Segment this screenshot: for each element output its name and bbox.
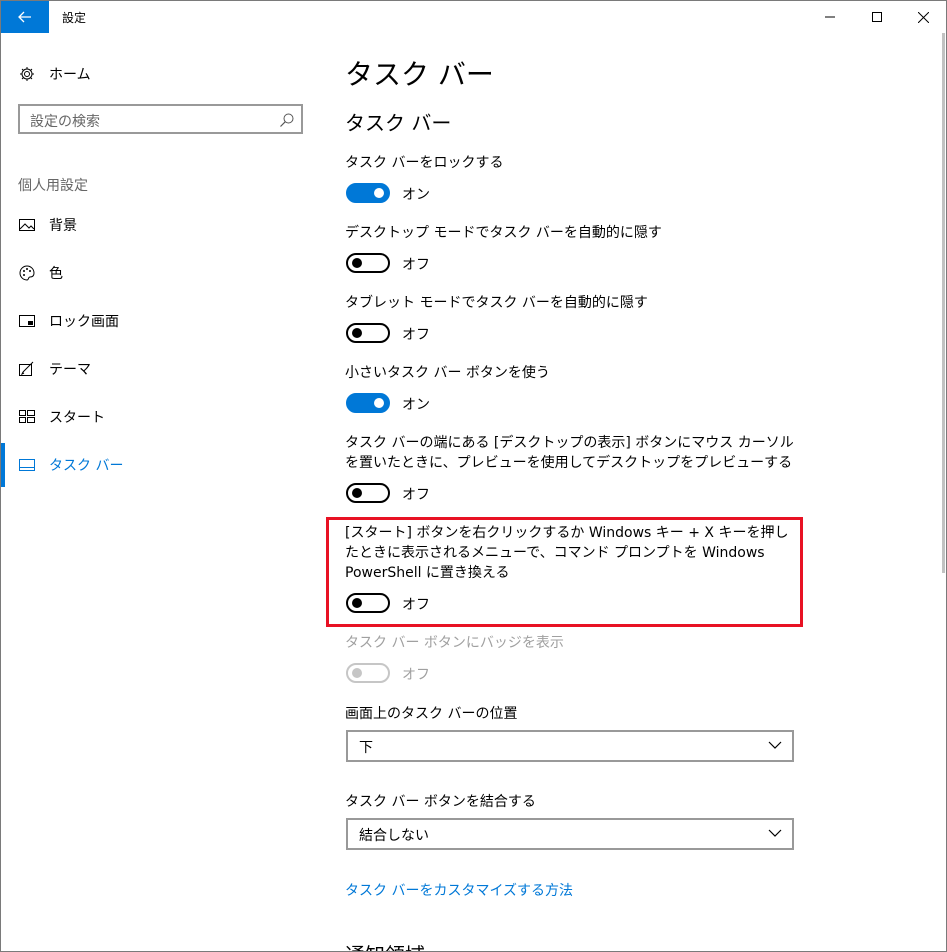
- setting-label-powershell: [スタート] ボタンを右クリックするか Windows キー + X キーを押し…: [345, 525, 789, 581]
- search-input[interactable]: 設定の検索: [18, 104, 303, 134]
- picture-icon: [18, 216, 36, 234]
- close-icon: [917, 11, 929, 23]
- chevron-down-icon: [768, 829, 782, 837]
- toggle-knob: [374, 188, 384, 198]
- lock-screen-icon: [18, 312, 36, 330]
- combine-dropdown[interactable]: 結合しない: [346, 818, 794, 850]
- search-icon: [280, 113, 294, 127]
- search-placeholder: 設定の検索: [30, 114, 100, 130]
- sidebar-item-label: ホーム: [49, 67, 91, 83]
- sidebar-item-taskbar[interactable]: タスク バー: [1, 443, 321, 487]
- active-indicator: [1, 443, 5, 487]
- toggle-knob: [352, 668, 362, 678]
- palette-icon: [18, 264, 36, 282]
- sidebar-item-start[interactable]: スタート: [1, 395, 321, 439]
- sidebar-item-background[interactable]: 背景: [1, 203, 321, 247]
- setting-label-autohide-tablet: タブレット モードでタスク バーを自動的に隠す: [345, 295, 648, 311]
- toggle-state-text: オン: [402, 397, 430, 413]
- window-title: 設定: [62, 11, 87, 25]
- combine-label: タスク バー ボタンを結合する: [345, 794, 536, 810]
- toggle-knob: [352, 258, 362, 268]
- sidebar-item-home[interactable]: ホーム: [1, 52, 321, 96]
- setting-label-small-buttons: 小さいタスク バー ボタンを使う: [345, 365, 550, 381]
- toggle-knob: [352, 488, 362, 498]
- theme-icon: [18, 360, 36, 378]
- sidebar-section-label: 個人用設定: [18, 178, 88, 194]
- setting-label-lock-taskbar: タスク バーをロックする: [345, 155, 504, 171]
- sidebar-item-label: ロック画面: [49, 314, 119, 330]
- setting-label-peek: タスク バーの端にある [デスクトップの表示] ボタンにマウス カーソルを置いた…: [345, 435, 794, 471]
- combine-value: 結合しない: [359, 828, 429, 844]
- back-button[interactable]: [1, 1, 49, 33]
- close-button[interactable]: [900, 1, 946, 33]
- position-dropdown[interactable]: 下: [346, 730, 794, 762]
- toggle-state-text: オフ: [402, 597, 430, 613]
- scrollbar[interactable]: [942, 33, 945, 573]
- position-value: 下: [359, 740, 373, 756]
- section-title: タスク バー: [345, 111, 452, 135]
- maximize-button[interactable]: [854, 1, 900, 33]
- toggle-state-text: オン: [402, 187, 430, 203]
- minimize-button[interactable]: [807, 1, 853, 33]
- back-arrow-icon: [18, 11, 31, 23]
- title-bar: 設定: [1, 1, 946, 33]
- sidebar-item-label: 色: [49, 266, 63, 282]
- sidebar-item-label: 背景: [49, 218, 77, 234]
- sidebar-item-lock-screen[interactable]: ロック画面: [1, 299, 321, 343]
- sidebar-item-theme[interactable]: テーマ: [1, 347, 321, 391]
- toggle-autohide-desktop[interactable]: [346, 253, 390, 273]
- setting-label-autohide-desktop: デスクトップ モードでタスク バーを自動的に隠す: [345, 225, 662, 241]
- toggle-state-text: オフ: [402, 487, 430, 503]
- toggle-badges: [346, 663, 390, 683]
- page-title: タスク バー: [345, 58, 494, 91]
- toggle-autohide-tablet[interactable]: [346, 323, 390, 343]
- taskbar-icon: [18, 456, 36, 474]
- toggle-state-text: オフ: [402, 257, 430, 273]
- maximize-icon: [872, 12, 882, 22]
- start-icon: [18, 408, 36, 426]
- minimize-icon: [825, 16, 835, 18]
- position-label: 画面上のタスク バーの位置: [345, 706, 518, 722]
- sidebar-item-color[interactable]: 色: [1, 251, 321, 295]
- toggle-knob: [374, 398, 384, 408]
- toggle-lock-taskbar[interactable]: [346, 183, 390, 203]
- sidebar-item-label: テーマ: [49, 362, 91, 378]
- chevron-down-icon: [768, 741, 782, 749]
- toggle-knob: [352, 598, 362, 608]
- gear-icon: [18, 65, 36, 83]
- toggle-peek[interactable]: [346, 483, 390, 503]
- settings-window: 設定 ホーム 設定の検索 個人用設定 背景 色 ロック画面 テーマ スタート タ…: [0, 0, 947, 952]
- toggle-small-buttons[interactable]: [346, 393, 390, 413]
- toggle-state-text: オフ: [402, 327, 430, 343]
- toggle-state-text: オフ: [402, 667, 430, 683]
- toggle-knob: [352, 328, 362, 338]
- toggle-powershell[interactable]: [346, 593, 390, 613]
- sidebar-item-label: スタート: [49, 410, 105, 426]
- setting-label-badges: タスク バー ボタンにバッジを表示: [345, 635, 564, 651]
- notification-area-heading: 通知領域: [345, 939, 425, 951]
- sidebar-item-label: タスク バー: [49, 458, 124, 474]
- customize-taskbar-link[interactable]: タスク バーをカスタマイズする方法: [345, 880, 573, 900]
